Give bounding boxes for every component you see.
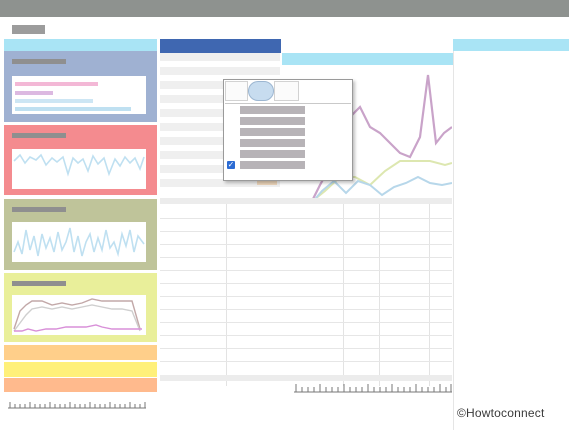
- card-yellow[interactable]: [4, 273, 157, 342]
- popup-button-right[interactable]: [274, 81, 299, 101]
- card-pink[interactable]: [4, 125, 157, 195]
- sparkline-chart: [13, 227, 145, 258]
- strip-peach: [4, 378, 157, 392]
- left-ruler: [8, 402, 146, 409]
- card-title-placeholder: [12, 59, 66, 64]
- popup-item[interactable]: [240, 161, 305, 169]
- property-row[interactable]: [160, 67, 280, 75]
- popup-item[interactable]: [240, 150, 305, 158]
- table-row-divider: [160, 231, 452, 232]
- middle-panel-tab[interactable]: [160, 39, 281, 53]
- table-row-divider: [160, 257, 452, 258]
- legend-line-lavender: [15, 91, 53, 95]
- table-row-divider: [160, 348, 452, 349]
- right-panel: [453, 51, 569, 430]
- popup-item[interactable]: [240, 139, 305, 147]
- popup-item[interactable]: [240, 128, 305, 136]
- checkmark-icon[interactable]: ✓: [227, 161, 235, 169]
- card-lavender[interactable]: [4, 51, 157, 122]
- sparkline-line: [13, 227, 145, 258]
- sparkline-box: [12, 222, 146, 262]
- table-row-divider: [160, 322, 452, 323]
- trend-chart-box: [12, 295, 146, 335]
- trend-line-gray-1: [13, 298, 141, 330]
- trend-line-pink: [14, 324, 142, 332]
- right-panel-header: [453, 39, 569, 51]
- table-row-divider: [160, 218, 452, 219]
- left-panel-header: [4, 39, 157, 51]
- sparkline-chart: [13, 153, 145, 177]
- table-row-divider: [160, 335, 452, 336]
- table-row-divider: [160, 296, 452, 297]
- popup-button-left[interactable]: [225, 81, 248, 101]
- card-title-placeholder: [12, 207, 66, 212]
- table-footer-bar: [160, 375, 452, 381]
- table-row-divider: [160, 361, 452, 362]
- popup-divider: [225, 103, 351, 104]
- legend-line-blue-1: [15, 99, 93, 103]
- chart-header-strip: [282, 53, 453, 65]
- sparkline-line: [13, 153, 145, 177]
- legend-line-blue-2: [15, 107, 131, 111]
- trend-chart: [13, 298, 142, 332]
- popup-button-active[interactable]: [248, 81, 274, 101]
- popup-item[interactable]: [240, 106, 305, 114]
- strip-orange: [4, 345, 157, 360]
- sparkline-box: [12, 149, 146, 189]
- window-title-placeholder: [12, 25, 45, 34]
- popup-item[interactable]: [240, 117, 305, 125]
- table-row-divider: [160, 270, 452, 271]
- card-legend-box: [12, 76, 146, 114]
- card-olive[interactable]: [4, 199, 157, 270]
- dropdown-popup[interactable]: ✓: [223, 79, 353, 181]
- data-table: [160, 198, 452, 399]
- watermark-text: ©Howtoconnect: [457, 406, 545, 420]
- table-row-divider: [160, 244, 452, 245]
- table-row-divider: [160, 283, 452, 284]
- strip-yellow: [4, 362, 157, 377]
- bottom-ruler: [294, 384, 452, 393]
- app-window: ✓: [0, 17, 569, 430]
- card-title-placeholder: [12, 281, 66, 286]
- property-row[interactable]: [160, 53, 280, 61]
- table-row-divider: [160, 309, 452, 310]
- card-title-placeholder: [12, 133, 66, 138]
- legend-line-pink: [15, 82, 98, 86]
